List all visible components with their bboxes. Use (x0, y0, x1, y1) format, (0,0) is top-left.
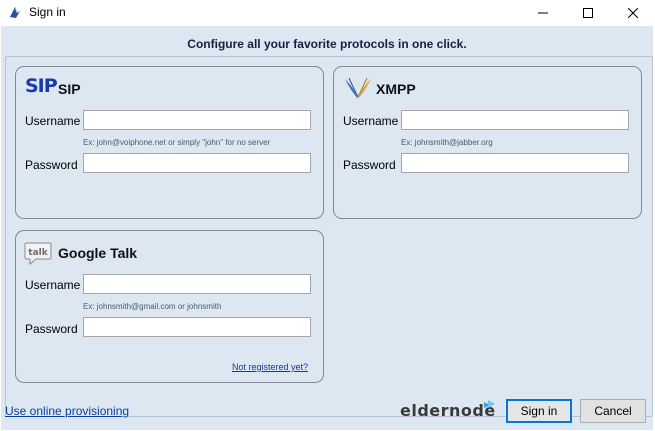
google-talk-title: Google Talk (58, 245, 138, 261)
maximize-icon (583, 7, 593, 18)
sip-password-input[interactable] (83, 153, 311, 173)
google-talk-logo-text: talk (28, 248, 48, 258)
xmpp-title: XMPP (376, 81, 416, 97)
gtalk-username-hint: Ex: johnsmith@gmail.com or johnsmith (83, 302, 222, 311)
cancel-button[interactable]: Cancel (580, 399, 646, 423)
minimize-icon (538, 12, 548, 13)
xmpp-logo-icon (343, 77, 373, 104)
dialog-client-area: Configure all your favorite protocols in… (1, 26, 653, 430)
not-registered-link[interactable]: Not registered yet? (232, 362, 308, 372)
sign-in-button[interactable]: Sign in (506, 399, 572, 423)
gtalk-username-input[interactable] (83, 274, 311, 294)
sip-title: SIP (58, 81, 81, 97)
eldernode-brand-text: eldernode (400, 401, 496, 420)
google-talk-logo-icon: talk (24, 240, 52, 269)
close-icon (628, 7, 638, 18)
sip-logo-icon: SIP (25, 75, 58, 97)
sip-account-group: SIP SIP Username Ex: john@voiphone.net o… (15, 66, 324, 219)
xmpp-username-hint: Ex: johnsmith@jabber.org (401, 138, 493, 147)
close-button[interactable] (610, 0, 655, 25)
title-bar: Sign in (0, 0, 655, 25)
gtalk-username-label: Username (25, 278, 81, 292)
sip-username-input[interactable] (83, 110, 311, 130)
xmpp-username-label: Username (343, 114, 399, 128)
google-talk-account-group: talk Google Talk Username Ex: johnsmith@… (15, 230, 324, 383)
xmpp-account-group: XMPP Username Ex: johnsmith@jabber.org P… (333, 66, 642, 219)
jitsi-app-icon (7, 4, 23, 20)
sip-username-label: Username (25, 114, 81, 128)
gtalk-password-input[interactable] (83, 317, 311, 337)
window-title: Sign in (29, 5, 66, 19)
xmpp-username-input[interactable] (401, 110, 629, 130)
online-provisioning-link[interactable]: Use online provisioning (5, 404, 129, 418)
sip-username-hint: Ex: john@voiphone.net or simply "john" f… (83, 138, 271, 147)
page-title: Configure all your favorite protocols in… (187, 37, 467, 51)
sip-password-label: Password (25, 158, 78, 172)
minimize-button[interactable] (520, 0, 566, 25)
eldernode-watermark-logo: eldernode (398, 397, 498, 423)
xmpp-password-label: Password (343, 158, 396, 172)
maximize-button[interactable] (565, 0, 611, 25)
gtalk-password-label: Password (25, 322, 78, 336)
xmpp-password-input[interactable] (401, 153, 629, 173)
